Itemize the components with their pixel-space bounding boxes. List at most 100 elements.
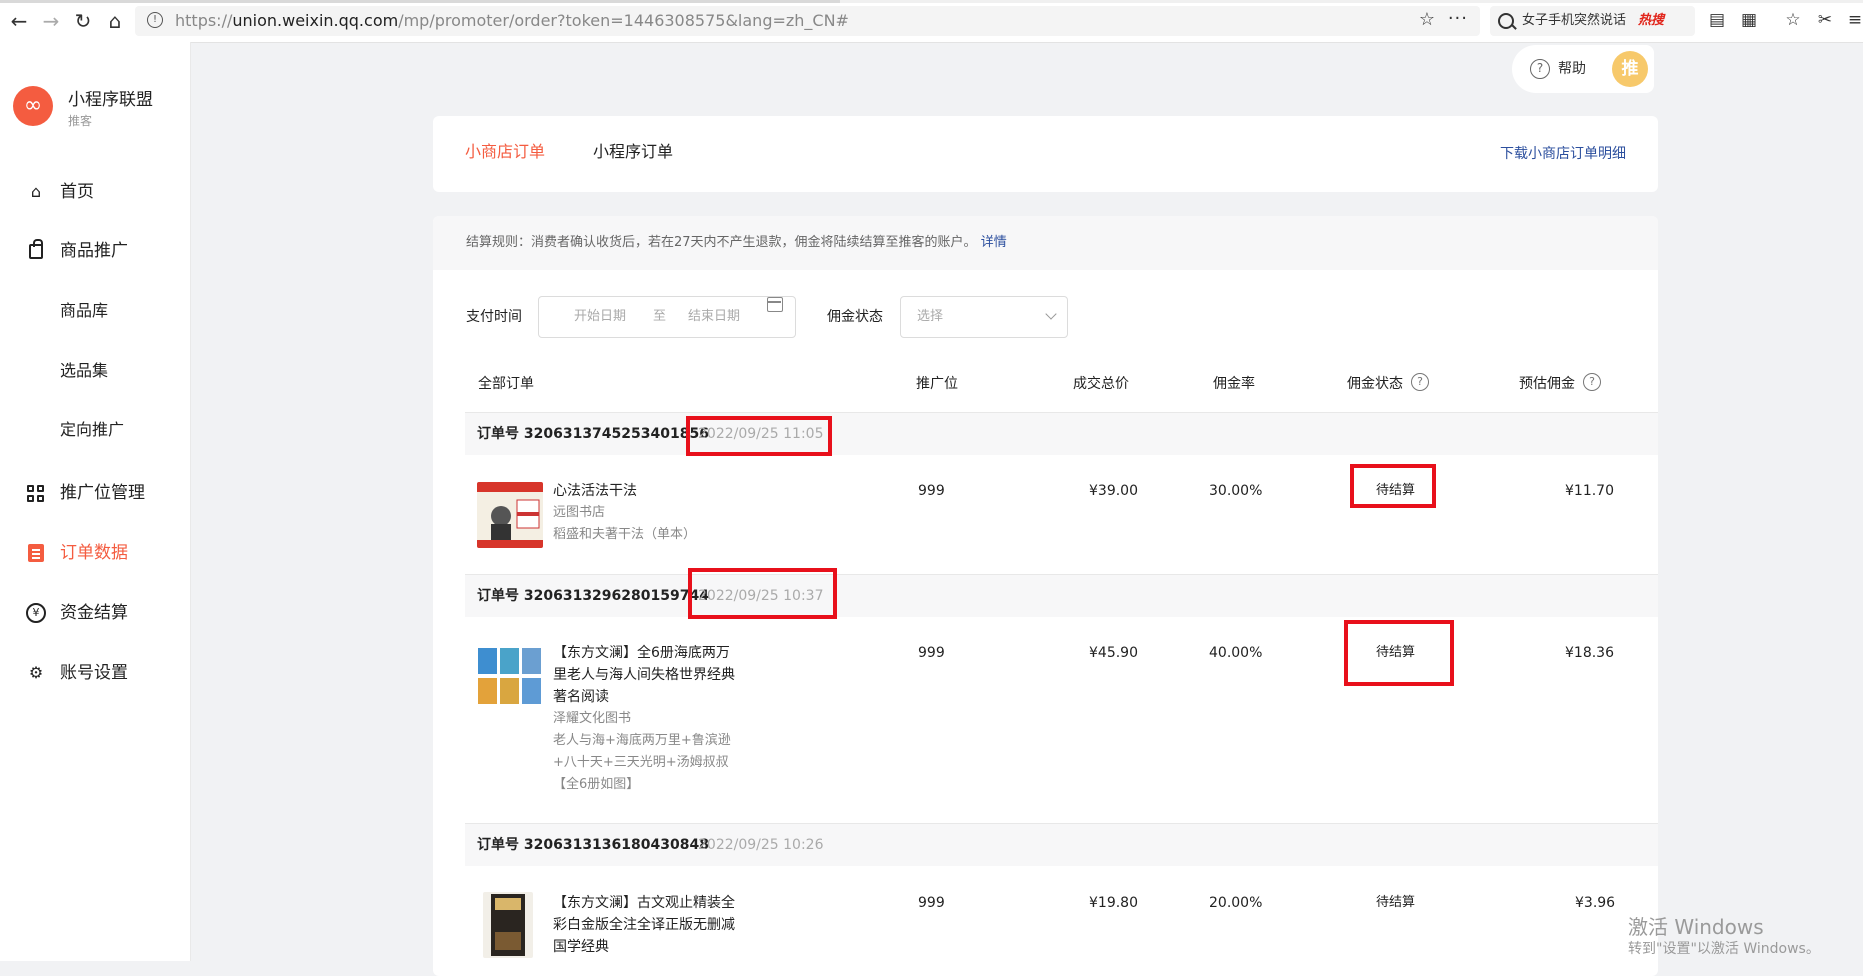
- shop-name: 远图书店: [553, 505, 606, 520]
- order-header: 订单号 3206313136180430848 2022/09/25 10:26: [465, 824, 1658, 866]
- screenshot-scissors-icon[interactable]: ✂: [1816, 11, 1834, 29]
- orders-panel: 结算规则：消费者确认收货后，若在27天内不产生退款，佣金将陆续结算至推客的账户。…: [433, 216, 1658, 976]
- download-details-link[interactable]: 下载小商店订单明细: [1500, 116, 1626, 192]
- product-name[interactable]: 【东方文澜】古文观止精装全彩白金版全注全译正版无删减国学经典: [553, 892, 741, 958]
- browser-toolbar: ← → ↻ ⌂ ! https://union.weixin.qq.com/mp…: [0, 0, 1863, 43]
- chevron-down-icon: [1045, 308, 1057, 320]
- apps-grid-icon[interactable]: ▦: [1740, 11, 1758, 29]
- grid-icon: [26, 483, 46, 503]
- hot-search-badge: 热搜: [1638, 13, 1665, 28]
- site-info-icon[interactable]: !: [147, 12, 163, 28]
- end-date-input[interactable]: 结束日期: [688, 297, 740, 337]
- settlement-rule-text: 结算规则：消费者确认收货后，若在27天内不产生退款，佣金将陆续结算至推客的账户。: [466, 235, 977, 250]
- tab-strip: [0, 0, 1863, 3]
- tab-shop-orders[interactable]: 小商店订单: [465, 116, 545, 188]
- yuan-icon: ¥: [26, 603, 46, 623]
- product-name[interactable]: 心法活法干法: [553, 480, 741, 502]
- date-range-picker[interactable]: 开始日期 至 结束日期: [538, 296, 796, 338]
- highlight-box: [686, 416, 832, 456]
- commission-rate: 20.00%: [1209, 895, 1263, 911]
- sidebar-item-selection[interactable]: 选品集: [0, 351, 190, 391]
- order-header: 订单号 3206313296280159744 2022/09/25 10:37: [465, 575, 1658, 617]
- order-time: 2022/09/25 10:26: [698, 837, 824, 853]
- estimated-commission: ¥18.36: [1565, 645, 1614, 661]
- col-commission-rate: 佣金率: [1213, 376, 1255, 392]
- total-price: ¥45.90: [1089, 645, 1138, 661]
- home-page-icon[interactable]: ⌂: [104, 10, 126, 32]
- sidebar-item-home[interactable]: ⌂ 首页: [0, 172, 190, 212]
- url-text: https://union.weixin.qq.com/mp/promoter/…: [175, 11, 849, 30]
- search-icon: [1498, 13, 1514, 29]
- sidebar-item-account-settings[interactable]: ⚙ 账号设置: [0, 653, 190, 693]
- col-estimated-commission: 预估佣金?: [1519, 364, 1601, 404]
- help-icon[interactable]: ?: [1583, 373, 1601, 391]
- tab-mini-program-orders[interactable]: 小程序订单: [593, 116, 673, 188]
- address-bar[interactable]: ! https://union.weixin.qq.com/mp/promote…: [135, 6, 1480, 36]
- order-icon: [28, 544, 44, 562]
- avatar[interactable]: 推: [1612, 51, 1648, 87]
- date-range-separator: 至: [653, 309, 667, 324]
- col-commission-status: 佣金状态?: [1347, 364, 1429, 404]
- product-spec: 稻盛和夫著干法（单本）: [553, 527, 697, 542]
- sidebar-item-settlement[interactable]: ¥ 资金结算: [0, 593, 190, 633]
- order-header: 订单号 3206313745253401856 2022/09/25 11:05: [465, 413, 1658, 455]
- settlement-rule-bar: 结算规则：消费者确认收货后，若在27天内不产生退款，佣金将陆续结算至推客的账户。…: [433, 216, 1658, 270]
- more-icon[interactable]: ···: [1448, 8, 1468, 29]
- start-date-input[interactable]: 开始日期: [574, 297, 626, 337]
- user-role: 推客: [68, 114, 93, 128]
- sidebar-item-order-data[interactable]: 订单数据: [0, 533, 190, 573]
- product-spec: 老人与海+海底两万里+鲁滨逊+八十天+三天光明+汤姆叔叔【全6册如图】: [553, 733, 731, 792]
- product-image: [477, 644, 543, 710]
- highlight-box: [1350, 464, 1436, 508]
- col-all-orders: 全部订单: [478, 376, 534, 392]
- commission-status: 待结算: [1376, 895, 1416, 910]
- sidebar-item-slot-management[interactable]: 推广位管理: [0, 473, 190, 513]
- product-name[interactable]: 【东方文澜】全6册海底两万里老人与海人间失格世界经典著名阅读: [553, 642, 741, 708]
- back-icon[interactable]: ←: [8, 10, 30, 32]
- estimated-commission: ¥3.96: [1575, 895, 1616, 911]
- pay-time-label: 支付时间: [466, 309, 522, 325]
- highlight-box: [1344, 620, 1454, 686]
- calendar-icon: [767, 297, 783, 312]
- product-image: [483, 892, 533, 958]
- commission-status-select[interactable]: 选择: [900, 296, 1068, 338]
- commission-rate: 40.00%: [1209, 645, 1263, 661]
- gear-icon: ⚙: [28, 663, 44, 682]
- mini-program-logo-icon: ∞: [13, 86, 53, 126]
- promotion-slot: 999: [918, 645, 945, 661]
- help-icon: ?: [1530, 59, 1550, 79]
- sidebar-item-targeted-promotion[interactable]: 定向推广: [0, 410, 190, 450]
- brand-name: 小程序联盟: [68, 90, 153, 110]
- estimated-commission: ¥11.70: [1565, 483, 1614, 499]
- col-total-price: 成交总价: [1073, 376, 1129, 392]
- order-number: 订单号 3206313136180430848: [477, 837, 709, 853]
- order-type-tabs: 小商店订单 小程序订单 下载小商店订单明细: [433, 116, 1658, 192]
- order-number: 订单号 3206313745253401856: [477, 426, 709, 442]
- highlight-box: [688, 568, 837, 619]
- sidebar-item-product-promotion[interactable]: 商品推广: [0, 231, 190, 271]
- home-icon: ⌂: [30, 182, 42, 201]
- promotion-slot: 999: [918, 483, 945, 499]
- rule-detail-link[interactable]: 详情: [981, 235, 1007, 250]
- sidebar-item-product-library[interactable]: 商品库: [0, 291, 190, 331]
- shop-name: 泽耀文化图书: [553, 711, 632, 726]
- favorites-icon[interactable]: ☆: [1784, 11, 1802, 29]
- search-suggestion: 女子手机突然说话: [1522, 13, 1627, 28]
- commission-status-label: 佣金状态: [827, 309, 883, 325]
- total-price: ¥39.00: [1089, 483, 1138, 499]
- windows-activation-watermark: 激活 Windows 转到"设置"以激活 Windows。: [1628, 915, 1820, 957]
- promotion-slot: 999: [918, 895, 945, 911]
- sidebar: ∞ 小程序联盟 推客 ⌂ 首页 商品推广 商品库 选品集 定向推广 推广位管理 …: [0, 42, 191, 961]
- total-price: ¥19.80: [1089, 895, 1138, 911]
- search-box[interactable]: 女子手机突然说话 热搜: [1490, 6, 1695, 36]
- reload-icon[interactable]: ↻: [72, 10, 94, 32]
- bookmark-star-icon[interactable]: ☆: [1419, 9, 1435, 30]
- menu-icon[interactable]: ≡: [1846, 11, 1863, 29]
- forward-icon[interactable]: →: [40, 10, 62, 32]
- commission-rate: 30.00%: [1209, 483, 1263, 499]
- order-number: 订单号 3206313296280159744: [477, 588, 709, 604]
- reading-icon[interactable]: ▤: [1708, 11, 1726, 29]
- help-icon[interactable]: ?: [1411, 373, 1429, 391]
- product-image: [477, 482, 543, 548]
- shopping-bag-icon: [29, 239, 43, 259]
